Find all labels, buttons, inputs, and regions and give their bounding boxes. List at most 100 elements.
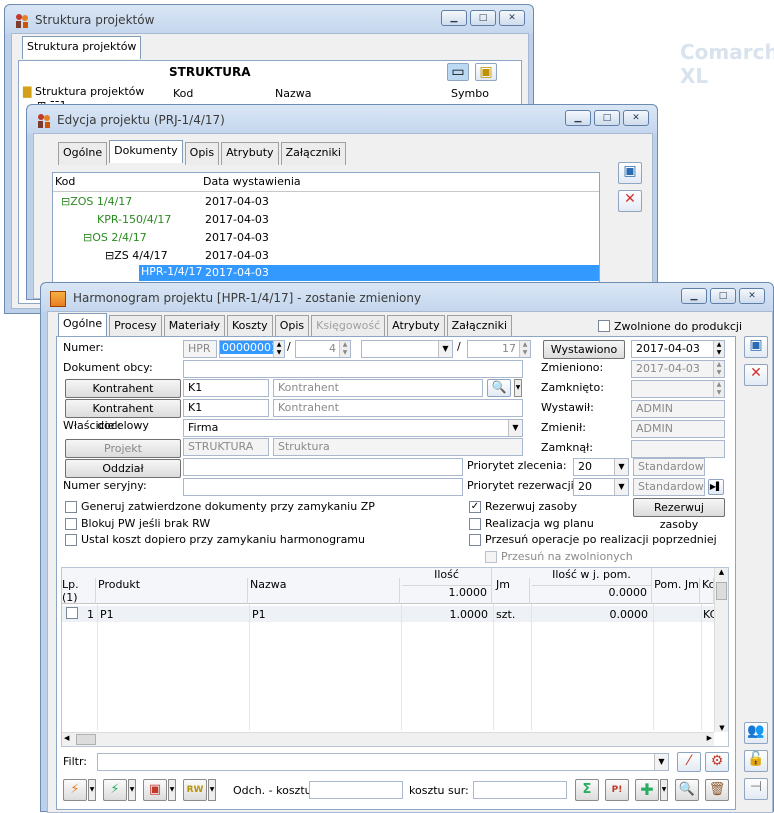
add-menu[interactable]: ▼ — [660, 779, 668, 801]
lightning-green-menu[interactable]: ▼ — [128, 779, 136, 801]
header-nazwa[interactable]: Nazwa — [250, 578, 400, 604]
tab-zalaczniki[interactable]: Załączniki — [280, 142, 346, 165]
cancel-icon[interactable]: ✕ — [618, 190, 642, 212]
lightning-orange-menu[interactable]: ▼ — [88, 779, 96, 801]
tab-atrybuty[interactable]: Atrybuty — [221, 142, 279, 165]
next-icon[interactable]: ▶▌ — [708, 479, 724, 495]
header-ko[interactable]: Ko — [702, 578, 714, 604]
header-produkt[interactable]: Produkt — [98, 578, 248, 604]
generuj-checkbox[interactable] — [65, 501, 77, 513]
kontrahent-docelowy-name[interactable]: Kontrahent — [273, 399, 523, 417]
kontrahent-kod[interactable]: K1 — [183, 379, 269, 397]
sum-icon[interactable]: Σ — [575, 779, 599, 801]
tab-atrybuty[interactable]: Atrybuty — [387, 315, 445, 338]
filtr-input[interactable]: ▼ — [97, 753, 669, 771]
odch-kosztu-input[interactable] — [309, 781, 403, 799]
close-button[interactable]: ✕ — [739, 288, 765, 304]
header-lp[interactable]: Lp. (1) — [62, 578, 96, 604]
rezerwuj-zasoby-button[interactable]: Rezerwuj zasoby — [633, 498, 725, 531]
numer-seryjny-input[interactable] — [183, 478, 463, 496]
priority-icon[interactable]: P! — [605, 779, 629, 801]
search-icon[interactable]: 🔍 — [487, 379, 511, 397]
minimize-button[interactable]: ▁ — [441, 10, 467, 26]
rw-icon[interactable]: RW — [183, 779, 207, 801]
tab-materialy[interactable]: Materiały — [163, 315, 225, 338]
save-icon[interactable]: ▣ — [618, 162, 642, 184]
header-ilosc[interactable]: Ilość — [402, 568, 492, 586]
tab-ogolne[interactable]: Ogólne — [58, 142, 108, 165]
scroll-down-icon[interactable]: ▼ — [715, 724, 729, 732]
maximize-button[interactable]: □ — [470, 10, 496, 26]
chevron-down-icon[interactable]: ▼ — [614, 479, 628, 495]
priorytet-rezerwacji-select[interactable]: 20 ▼ — [573, 478, 629, 496]
tab-dokumenty[interactable]: Dokumenty — [109, 140, 183, 163]
priorytet-zlecenia-select[interactable]: 20 ▼ — [573, 458, 629, 476]
header-ilosc-pom[interactable]: Ilość w j. pom. — [532, 568, 652, 586]
tab-zalaczniki[interactable]: Załączniki — [446, 315, 513, 338]
kontrahent-docelowy-button[interactable]: Kontrahent docelowy — [65, 399, 181, 432]
zwolnione-checkbox[interactable] — [598, 320, 610, 332]
kontrahent-name[interactable]: Kontrahent — [273, 379, 483, 397]
scroll-thumb[interactable] — [716, 582, 727, 600]
cancel-icon[interactable]: ✕ — [744, 364, 768, 386]
numer-year-input[interactable]: 17 ▲ ▼ — [467, 340, 531, 358]
chevron-down-icon[interactable]: ▼ — [438, 341, 452, 357]
date-spinner[interactable]: ▲ ▼ — [713, 341, 724, 357]
blokuj-pw-checkbox[interactable] — [65, 518, 77, 530]
scroll-left-icon[interactable]: ◀ — [64, 734, 69, 742]
kontrahent-button[interactable]: Kontrahent — [65, 379, 181, 398]
filter-settings-icon[interactable]: ⚙ — [705, 752, 729, 772]
document-red-icon[interactable]: ▣ — [143, 779, 167, 801]
row-checkbox[interactable] — [66, 607, 78, 619]
document-red-menu[interactable]: ▼ — [168, 779, 176, 801]
add-icon[interactable]: ✚ — [635, 779, 659, 801]
tree-row[interactable]: ⊟ZS 4/4/17 — [105, 249, 168, 262]
przesun-operacje-checkbox[interactable] — [469, 534, 481, 546]
numer-spinner[interactable]: ▲ ▼ — [273, 341, 284, 357]
vertical-scrollbar[interactable]: ▲ ▼ — [714, 568, 728, 732]
chevron-down-icon[interactable]: ▼ — [614, 459, 628, 475]
rezerwuj-zasoby-checkbox[interactable]: ✓ — [469, 501, 481, 513]
maximize-button[interactable]: □ — [594, 110, 620, 126]
scroll-thumb[interactable] — [76, 734, 96, 745]
header-jm[interactable]: Jm — [494, 578, 530, 604]
chevron-down-icon[interactable]: ▼ — [508, 420, 522, 436]
lightning-orange-icon[interactable]: ⚡ — [63, 779, 87, 801]
kontrahent-docelowy-kod[interactable]: K1 — [183, 399, 269, 417]
oddzial-input[interactable] — [183, 458, 463, 476]
delete-icon[interactable]: 🗑 — [705, 779, 729, 801]
clear-filter-icon[interactable]: ⁄ — [677, 752, 701, 772]
dokument-obcy-input[interactable] — [183, 360, 523, 378]
folder-view-icon[interactable]: ▭ — [447, 63, 469, 81]
save-icon[interactable]: ▣ — [744, 336, 768, 358]
wlasciciel-select[interactable]: Firma ▼ — [183, 419, 523, 437]
year-spinner[interactable]: ▲ ▼ — [519, 341, 530, 357]
tab-opis[interactable]: Opis — [274, 315, 310, 338]
rw-menu[interactable]: ▼ — [208, 779, 216, 801]
oddzial-button[interactable]: Oddział — [65, 459, 181, 478]
tree-row[interactable]: ⊟ZOS 1/4/17 — [61, 195, 132, 208]
tab-struktura-projektow[interactable]: Struktura projektów — [22, 36, 142, 59]
tree-root[interactable]: ▇ Struktura projektów — [23, 85, 144, 98]
pin-icon[interactable]: ⊣ — [744, 778, 768, 800]
ustal-koszt-checkbox[interactable] — [65, 534, 77, 546]
chevron-down-icon[interactable]: ▼ — [654, 754, 668, 770]
scroll-up-icon[interactable]: ▲ — [715, 568, 728, 576]
numer-month-input[interactable]: 4 ▲ ▼ — [295, 340, 351, 358]
minimize-button[interactable]: ▁ — [565, 110, 591, 126]
users-icon[interactable]: 👥 — [744, 722, 768, 744]
lock-icon[interactable]: 🔓 — [744, 750, 768, 772]
scroll-right-icon[interactable]: ▶ — [707, 734, 712, 742]
tree-row[interactable]: KPR-150/4/17 — [97, 213, 171, 226]
tab-ogolne[interactable]: Ogólne — [58, 313, 108, 336]
horizontal-scrollbar[interactable]: ◀ ▶ — [62, 732, 714, 746]
table-row[interactable]: 1 P1 P1 1.0000 szt. 0.0000 KC — [62, 606, 714, 622]
numer-series-select[interactable]: ▼ — [361, 340, 453, 358]
tree-row[interactable]: ⊟OS 2/4/17 — [83, 231, 147, 244]
tab-procesy[interactable]: Procesy — [109, 315, 162, 338]
kontrahent-menu[interactable]: ▼ — [514, 379, 522, 397]
folder-open-icon[interactable]: ▣ — [475, 63, 497, 81]
tab-opis[interactable]: Opis — [184, 142, 220, 165]
maximize-button[interactable]: □ — [710, 288, 736, 304]
koszt-sur-input[interactable] — [473, 781, 567, 799]
